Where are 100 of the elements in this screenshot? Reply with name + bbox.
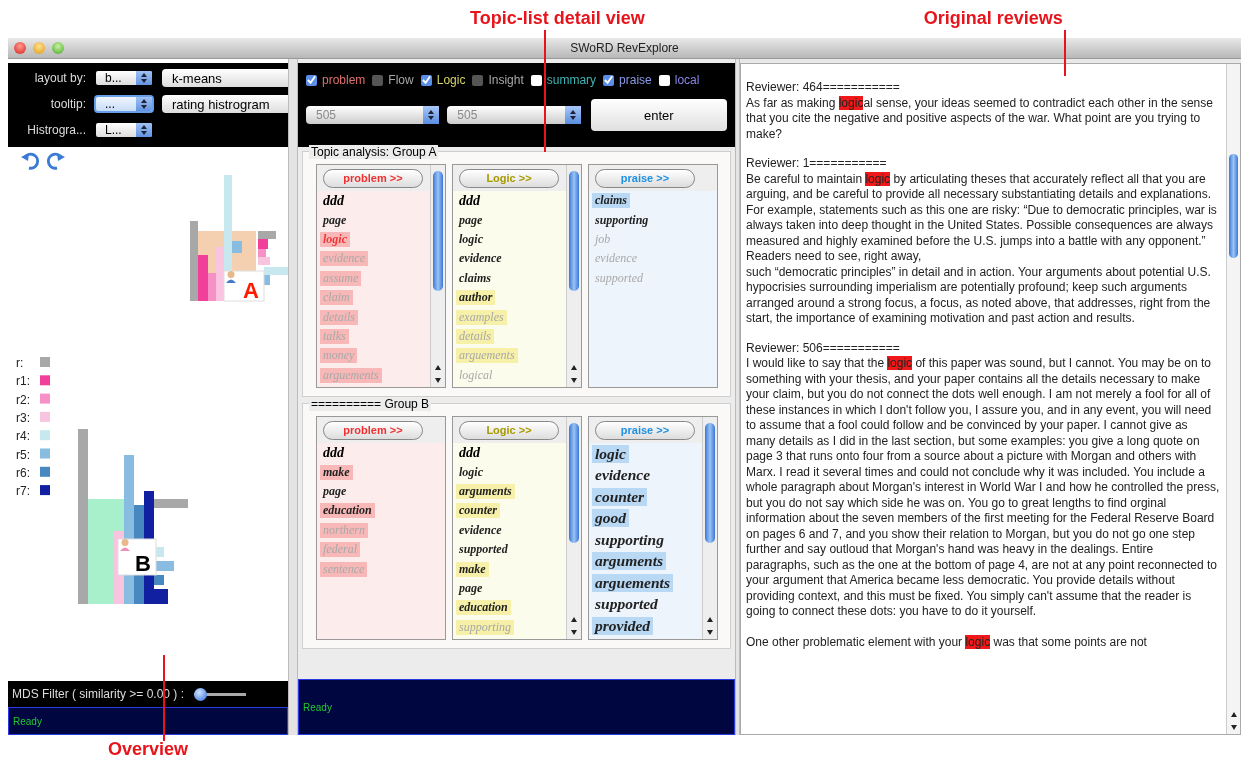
checkbox-label: summary <box>546 73 597 87</box>
topic-word[interactable]: arguements <box>592 573 673 592</box>
checkbox[interactable] <box>420 74 432 86</box>
topic-word[interactable]: ddd <box>456 444 483 461</box>
scrollbar[interactable] <box>430 165 445 387</box>
topic-word[interactable]: make <box>456 561 489 577</box>
mode-button[interactable]: k-means <box>162 69 288 87</box>
topic-word[interactable]: page <box>456 580 486 596</box>
checkbox[interactable] <box>530 74 542 86</box>
annotation-label: Topic-list detail view <box>470 8 645 29</box>
topic-word[interactable]: ddd <box>456 192 483 209</box>
dropdown[interactable]: L... <box>94 121 154 139</box>
topic-word[interactable]: supported <box>456 542 511 558</box>
topic-word[interactable]: counter <box>456 503 500 519</box>
topic-word[interactable]: education <box>320 503 375 519</box>
scroll-arrows-icon[interactable] <box>1229 710 1238 732</box>
group-title: ========== Group B <box>309 397 432 411</box>
reviewer-heading: Reviewer: 1=========== <box>746 156 888 172</box>
scroll-thumb[interactable] <box>1229 154 1238 258</box>
control-label: Histrogra... <box>26 123 86 137</box>
checkbox[interactable] <box>603 74 615 86</box>
reviewer-heading: Reviewer: 506=========== <box>746 340 901 356</box>
topic-word[interactable]: logic <box>592 444 629 463</box>
reviewer-heading: Reviewer: 464=========== <box>746 80 901 96</box>
topic-button[interactable]: problem >> <box>323 420 423 440</box>
status-text: Ready <box>303 701 332 713</box>
scrollbar[interactable] <box>702 417 717 639</box>
scroll-thumb[interactable] <box>569 423 579 543</box>
topic-button[interactable]: problem >> <box>323 168 423 188</box>
glyph-label: A <box>243 278 259 303</box>
scrollbar[interactable] <box>1226 64 1240 734</box>
redo-icon[interactable] <box>46 151 66 171</box>
scroll-arrows-icon[interactable] <box>706 615 714 637</box>
scroll-arrows-icon[interactable] <box>570 615 578 637</box>
close-button[interactable] <box>14 42 26 54</box>
undo-icon[interactable] <box>20 151 40 171</box>
topic-word[interactable]: evidence <box>592 466 654 485</box>
topic-word[interactable]: evidence <box>456 522 505 538</box>
topic-word[interactable]: author <box>456 290 496 306</box>
legend-label: r6: <box>16 465 30 480</box>
topic-word[interactable]: page <box>320 483 350 499</box>
control-label: tooltip: <box>49 97 86 111</box>
scrollbar[interactable] <box>566 417 581 639</box>
topic-word[interactable]: ddd <box>320 192 347 209</box>
legend-label: r: <box>16 356 24 370</box>
topic-word[interactable]: counter <box>592 487 648 506</box>
topic-word[interactable]: claims <box>456 270 494 286</box>
person-icon <box>226 271 236 283</box>
scroll-thumb[interactable] <box>569 171 579 291</box>
mode-button[interactable]: rating histrogram <box>162 95 288 113</box>
scroll-thumb[interactable] <box>705 423 715 543</box>
topic-word[interactable]: supported <box>592 595 661 614</box>
topic-word[interactable]: good <box>592 509 629 528</box>
group-title: Topic analysis: Group A <box>309 145 439 159</box>
topic-word[interactable]: provided <box>592 616 654 635</box>
legend-label: r7: <box>16 484 30 499</box>
scroll-thumb[interactable] <box>433 171 443 291</box>
glyph-label: B <box>135 551 151 576</box>
checkbox-label: Flow <box>388 73 414 87</box>
topic-word[interactable]: page <box>320 212 350 228</box>
topic-word[interactable]: make <box>320 464 353 480</box>
legend-label: r4: <box>16 429 30 444</box>
window-title: SWoRD RevExplore <box>570 41 679 55</box>
checkbox-label: Insight <box>488 73 524 87</box>
topic-word[interactable]: page <box>456 212 486 228</box>
person-icon <box>120 539 130 551</box>
legend-label: r5: <box>16 447 30 462</box>
scrollbar[interactable] <box>566 165 581 387</box>
topic-word[interactable]: evidence <box>456 251 505 267</box>
checkbox[interactable] <box>658 74 670 86</box>
enter-button[interactable]: enter <box>590 99 727 131</box>
dropdown[interactable]: ... <box>94 95 154 113</box>
topic-word[interactable]: arguments <box>592 552 667 571</box>
checkbox-label: praise <box>619 73 652 87</box>
stepper-icon <box>139 71 149 85</box>
control-label: layout by: <box>33 71 86 85</box>
topic-word[interactable]: supporting <box>592 530 667 549</box>
dropdown[interactable]: b... <box>94 69 154 87</box>
checkbox[interactable] <box>306 74 317 86</box>
review-text: I would like to say that the logic of this paper was sound, but I cannot. You may be on to something with your thesis, and your paper contains all the details necessary to make your claim, but you do not connect the dots well enough. I am not merely a fool for all of these instances in which I don't follow you, I assure you, and in any event, you will need to assume that a fool could follow and be convinced by your paper. I cannot give as many details as I did in the last section, but some examples: you give a long quote on page 3 that runs onto four from a source about a picture with Morgan and others with Marx. I read it several times and could not conclude why it was included. You include a whole paragraph about Morgan's interest in World War I and how he controlled the press, but you do not say which side he was on. You go to great lengths to find orginal information about the seven members of the first meeting for the Federal Reserve Board on pages 6 and 7, and you show their relation to Morgan, but you do not go one step further and say outloud that Morgan's hand was heavy in the dealings. Entire paragraphs, such as the one at the bottom of page 4, are not at any point reconnected to your argument that America became less democratic. You provide details without providing context, and this must be fixed. You simply can't assume that the reader is going to connect these dots: you have to do it yourself. One other problematic element with your logic was that some points are not <box>746 356 1220 651</box>
topic-word[interactable]: claims <box>592 193 630 209</box>
glyph-label-card <box>117 538 157 576</box>
topic-word[interactable]: education <box>456 600 511 616</box>
topic-word[interactable]: ddd <box>320 444 347 461</box>
topic-word[interactable]: logic <box>456 464 486 480</box>
stepper-icon <box>426 108 437 122</box>
checkbox-label: Logic <box>436 73 466 87</box>
topic-word[interactable]: arguments <box>456 483 515 499</box>
legend-label: r2: <box>16 392 30 407</box>
scroll-arrows-icon[interactable] <box>570 363 578 385</box>
stepper-icon <box>139 123 149 137</box>
topic-word[interactable]: logic <box>456 231 486 247</box>
status-text: Ready <box>13 715 42 727</box>
checkbox-label: local <box>674 73 700 87</box>
stepper-icon <box>139 97 149 111</box>
annotation-label: Overview <box>108 739 189 759</box>
checkbox-label: problem <box>322 73 366 87</box>
legend-label: r1: <box>16 374 30 389</box>
scroll-arrows-icon[interactable] <box>434 363 442 385</box>
topic-word[interactable]: supporting <box>592 212 652 228</box>
